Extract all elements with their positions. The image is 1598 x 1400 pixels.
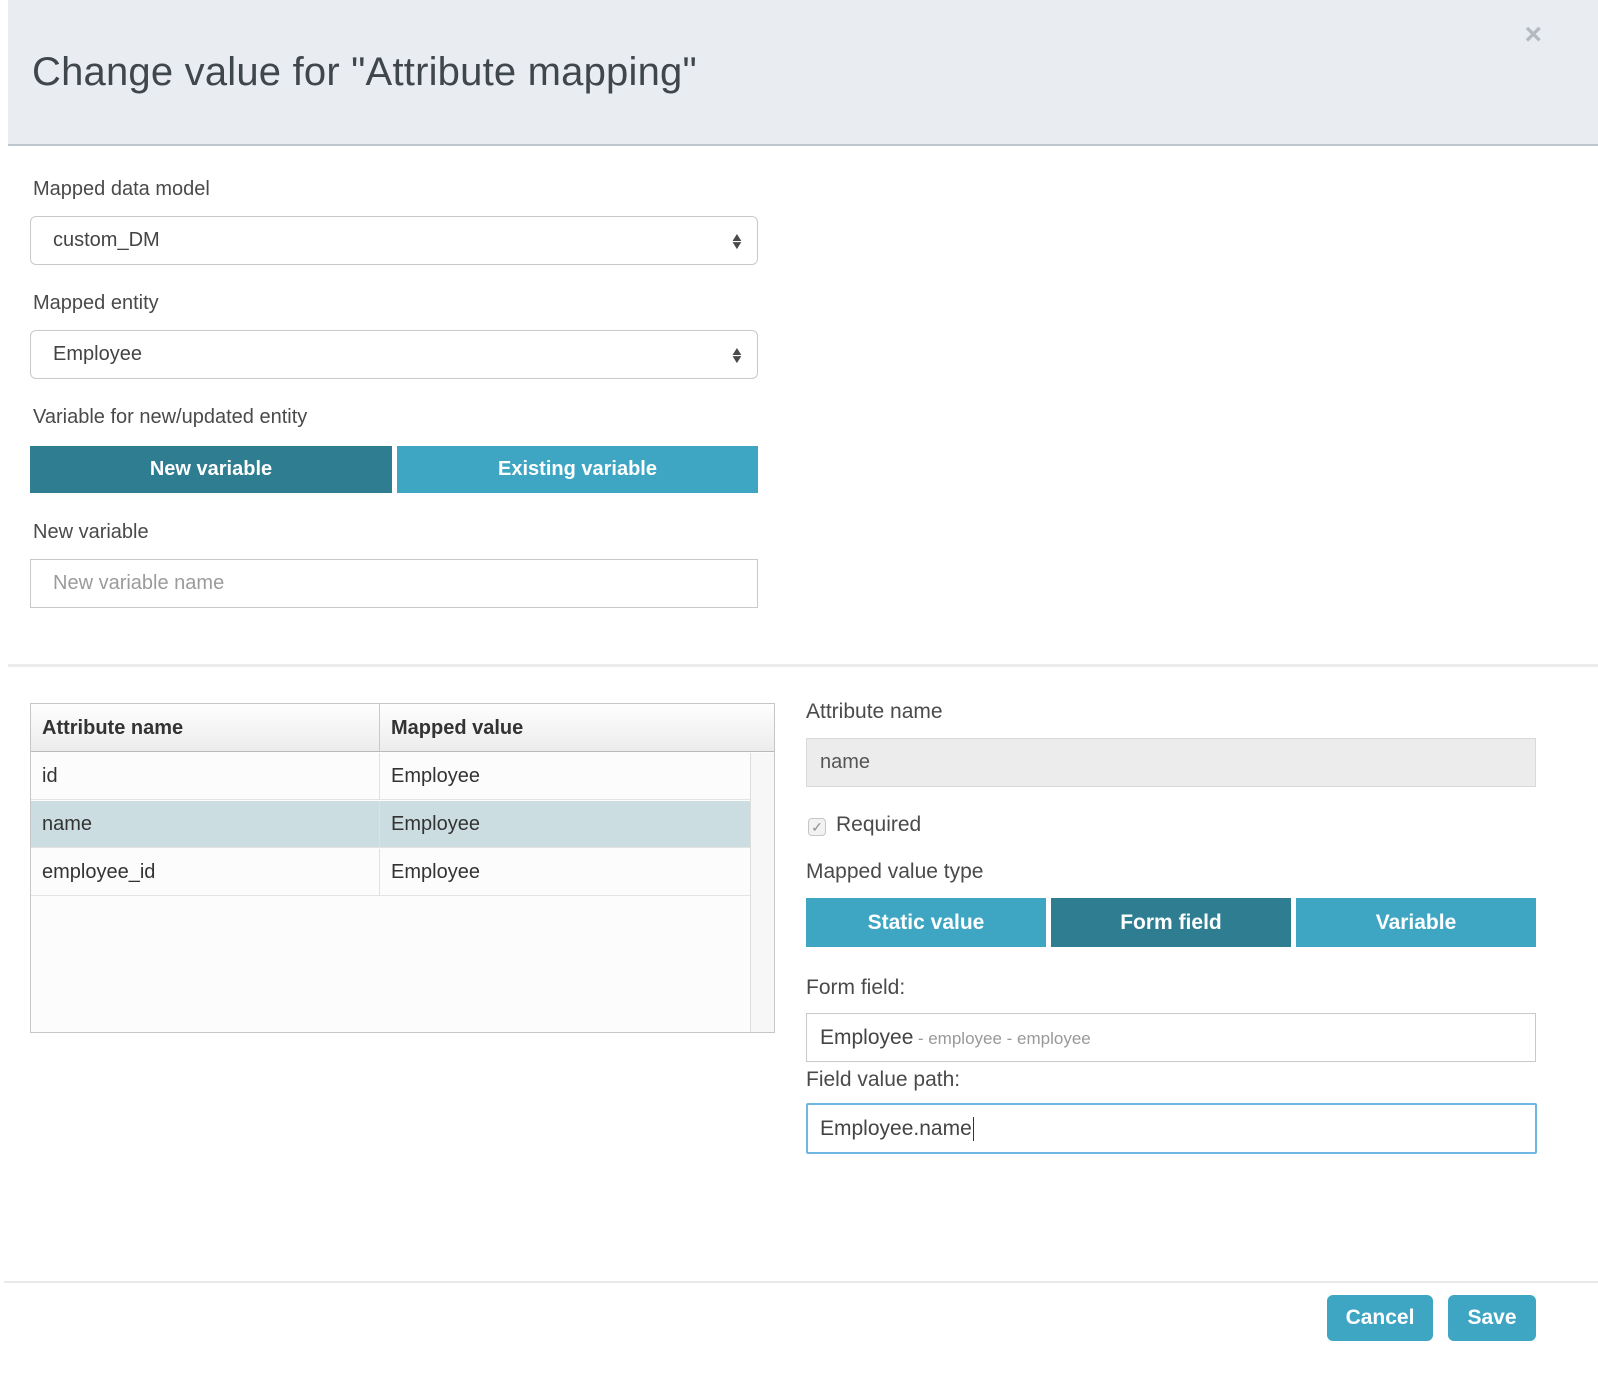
form-field-type-button[interactable]: Form field — [1051, 898, 1291, 947]
new-variable-toggle-button[interactable]: New variable — [30, 446, 392, 493]
mapped-entity-value: Employee — [53, 343, 142, 365]
column-divider — [379, 801, 380, 847]
mapped-data-model-value: custom_DM — [53, 229, 160, 251]
required-checkbox[interactable]: ✓ — [808, 818, 826, 836]
attribute-name-input-disabled: name — [806, 738, 1536, 787]
save-button[interactable]: Save — [1448, 1295, 1536, 1341]
cell-attribute-name: name — [42, 813, 93, 835]
footer-divider — [4, 1281, 1598, 1283]
text-cursor — [972, 1117, 974, 1142]
column-header-mapped-value[interactable]: Mapped value — [380, 704, 774, 752]
table-row-selected[interactable]: name Employee — [31, 801, 750, 848]
static-value-type-button[interactable]: Static value — [806, 898, 1046, 947]
mapped-entity-select[interactable]: Employee ▲ ▼ — [30, 330, 758, 379]
cell-mapped-value: Employee — [391, 765, 480, 787]
table-row[interactable]: employee_id Employee — [31, 849, 750, 896]
close-icon[interactable]: × — [1524, 20, 1542, 50]
mapped-data-model-select[interactable]: custom_DM ▲ ▼ — [30, 216, 758, 265]
mapped-value-type-label: Mapped value type — [806, 860, 984, 883]
column-divider — [379, 753, 380, 799]
dialog-title: Change value for "Attribute mapping" — [32, 50, 697, 94]
cell-attribute-name: employee_id — [42, 861, 156, 883]
new-variable-label: New variable — [33, 521, 149, 543]
cell-mapped-value: Employee — [391, 861, 480, 883]
attribute-mapping-table: Attribute name Mapped value id Employee … — [30, 703, 775, 1033]
checkmark-icon: ✓ — [811, 819, 823, 835]
section-divider — [8, 664, 1598, 667]
table-header-row: Attribute name Mapped value — [31, 704, 774, 752]
select-spinner-icon: ▲ ▼ — [729, 230, 745, 252]
form-field-label: Form field: — [806, 976, 906, 999]
table-row[interactable]: id Employee — [31, 753, 750, 800]
existing-variable-toggle-button[interactable]: Existing variable — [397, 446, 758, 493]
attribute-name-value: name — [820, 751, 871, 773]
column-header-attribute-name[interactable]: Attribute name — [31, 704, 379, 752]
field-value-path-value: Employee.name — [820, 1117, 972, 1140]
select-spinner-icon: ▲ ▼ — [729, 344, 745, 366]
table-body: id Employee name Employee employee_id Em… — [31, 753, 750, 1032]
required-label: Required — [836, 813, 922, 836]
form-field-select[interactable]: Employee - employee - employee — [806, 1013, 1536, 1062]
mapped-entity-label: Mapped entity — [33, 292, 159, 314]
column-divider — [379, 849, 380, 895]
new-variable-input[interactable]: New variable name — [30, 559, 758, 608]
variable-type-button[interactable]: Variable — [1296, 898, 1536, 947]
cell-attribute-name: id — [42, 765, 58, 787]
attribute-mapping-dialog: Change value for "Attribute mapping" × M… — [0, 0, 1598, 1400]
dialog-header: Change value for "Attribute mapping" — [8, 0, 1598, 146]
variable-toggle-label: Variable for new/updated entity — [33, 406, 308, 428]
column-divider — [379, 704, 380, 751]
mapped-data-model-label: Mapped data model — [33, 178, 210, 200]
form-field-value-detail: - employee - employee — [917, 1029, 1091, 1048]
attribute-name-label: Attribute name — [806, 700, 943, 723]
table-scrollbar-track[interactable] — [750, 753, 774, 1032]
form-field-value: Employee — [820, 1026, 914, 1049]
new-variable-placeholder: New variable name — [53, 572, 225, 594]
cell-mapped-value: Employee — [391, 813, 480, 835]
field-value-path-label: Field value path: — [806, 1068, 961, 1091]
field-value-path-input[interactable]: Employee.name — [806, 1103, 1537, 1154]
cancel-button[interactable]: Cancel — [1327, 1295, 1433, 1341]
